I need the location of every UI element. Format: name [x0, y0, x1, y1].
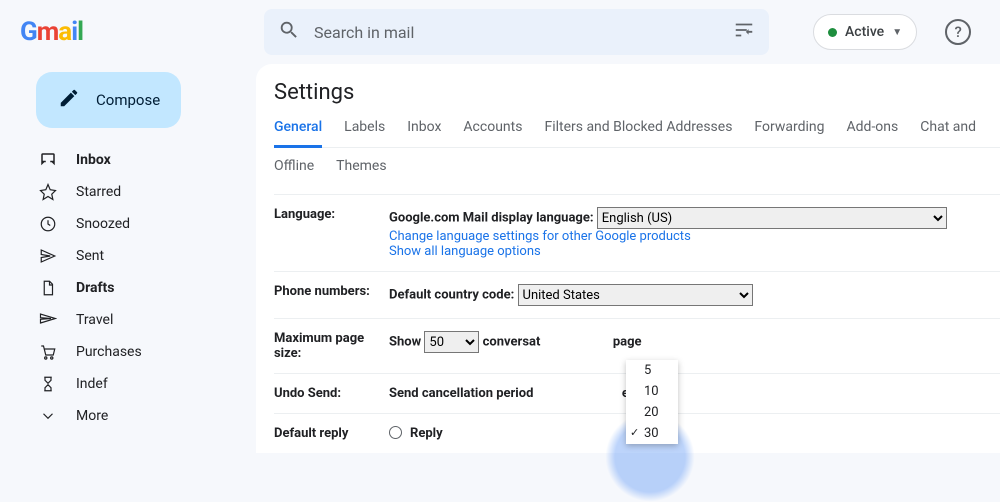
inbox-icon — [38, 151, 58, 169]
search-input[interactable] — [314, 23, 719, 42]
pagesize-prefix: Show — [389, 335, 421, 350]
language-display-label: Google.com Mail display language: — [389, 211, 594, 226]
chevron-down-icon — [38, 407, 58, 425]
phone-display-label: Default country code: — [389, 288, 514, 303]
page-title: Settings — [274, 80, 1000, 105]
tab-general[interactable]: General — [274, 119, 322, 148]
language-select[interactable]: English (US) — [597, 207, 947, 229]
tab-inbox[interactable]: Inbox — [407, 119, 441, 147]
undo-option-5[interactable]: 5 — [626, 360, 678, 381]
sidebar-item-more[interactable]: More — [8, 400, 248, 432]
tab-forwarding[interactable]: Forwarding — [754, 119, 824, 147]
language-link-products[interactable]: Change language settings for other Googl… — [389, 229, 691, 244]
sidebar: Compose Inbox Starred Snoozed Sent Draft… — [0, 64, 256, 453]
tab-labels[interactable]: Labels — [344, 119, 385, 147]
row-label: Maximum page size: — [274, 331, 389, 361]
clock-icon — [38, 215, 58, 233]
row-label: Language: — [274, 207, 389, 259]
search-icon — [278, 19, 300, 45]
chevron-down-icon: ▼ — [892, 27, 902, 38]
tab-offline[interactable]: Offline — [274, 158, 314, 184]
sidebar-item-indef[interactable]: Indef — [8, 368, 248, 400]
compose-label: Compose — [96, 91, 160, 109]
language-link-showall[interactable]: Show all language options — [389, 244, 541, 259]
undo-option-10[interactable]: 10 — [626, 381, 678, 402]
sidebar-item-snoozed[interactable]: Snoozed — [8, 208, 248, 240]
sidebar-item-travel[interactable]: Travel — [8, 304, 248, 336]
tab-addons[interactable]: Add-ons — [847, 119, 899, 147]
tab-filters[interactable]: Filters and Blocked Addresses — [544, 119, 732, 147]
sidebar-item-starred[interactable]: Starred — [8, 176, 248, 208]
pencil-icon — [58, 87, 80, 113]
gmail-logo[interactable]: Gmail — [20, 17, 250, 47]
plane-icon — [38, 311, 58, 329]
cart-icon — [38, 343, 58, 361]
tab-accounts[interactable]: Accounts — [463, 119, 522, 147]
row-label: Default reply — [274, 426, 389, 441]
star-icon — [38, 183, 58, 201]
reply-option: Reply — [410, 426, 443, 441]
undo-prefix: Send cancellation period — [389, 386, 533, 401]
sidebar-item-purchases[interactable]: Purchases — [8, 336, 248, 368]
radio-reply[interactable] — [389, 426, 402, 439]
tab-themes[interactable]: Themes — [336, 158, 386, 184]
sidebar-item-inbox[interactable]: Inbox — [8, 144, 248, 176]
row-label: Undo Send: — [274, 386, 389, 401]
pagesize-select[interactable]: 50 — [424, 331, 479, 353]
status-label: Active — [845, 24, 884, 40]
country-select[interactable]: United States — [518, 284, 753, 306]
help-button[interactable]: ? — [945, 19, 971, 45]
row-label: Phone numbers: — [274, 284, 389, 306]
sidebar-item-sent[interactable]: Sent — [8, 240, 248, 272]
search-bar[interactable] — [264, 9, 769, 55]
status-dot-icon — [828, 28, 837, 37]
undo-option-20[interactable]: 20 — [626, 402, 678, 423]
row-language: Language: Google.com Mail display langua… — [274, 195, 1000, 272]
tab-chat[interactable]: Chat and — [920, 119, 976, 147]
file-icon — [38, 279, 58, 297]
gmail-m-icon: Gmail — [20, 17, 83, 47]
row-phone: Phone numbers: Default country code: Uni… — [274, 272, 1000, 319]
undo-seconds-dropdown[interactable]: 5 10 20 30 — [626, 360, 678, 444]
search-options-icon[interactable] — [733, 19, 755, 45]
compose-button[interactable]: Compose — [36, 72, 181, 128]
undo-option-30[interactable]: 30 — [626, 423, 678, 444]
pagesize-suffix: page — [613, 335, 642, 350]
status-chip[interactable]: Active ▼ — [813, 14, 917, 50]
send-icon — [38, 247, 58, 265]
settings-tabs: General Labels Inbox Accounts Filters an… — [274, 119, 1000, 148]
hourglass-icon — [38, 375, 58, 393]
pagesize-mid: conversat — [483, 335, 541, 350]
sidebar-item-drafts[interactable]: Drafts — [8, 272, 248, 304]
